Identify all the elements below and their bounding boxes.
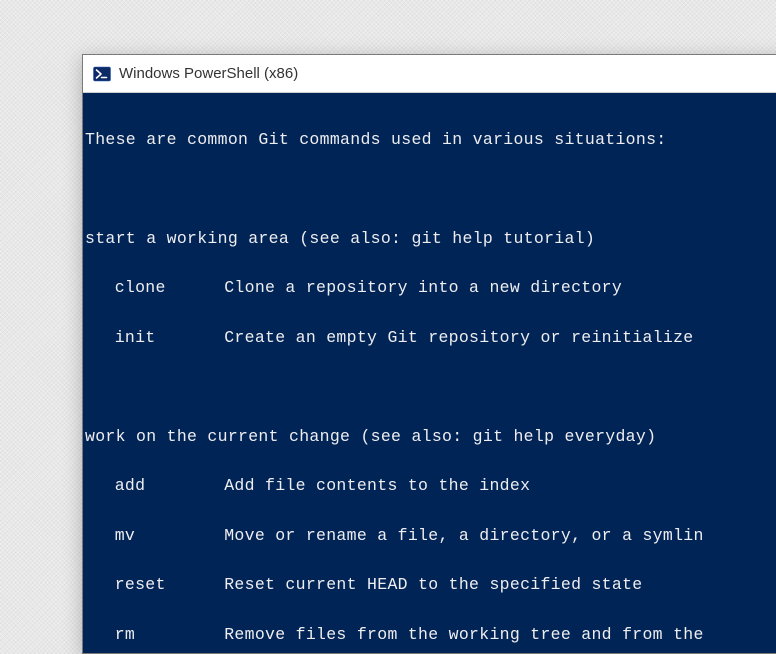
- terminal-blank: [85, 375, 776, 400]
- command-row: mv Move or rename a file, a directory, o…: [85, 524, 776, 549]
- command-name: add: [115, 474, 204, 499]
- command-row: add Add file contents to the index: [85, 474, 776, 499]
- terminal-line: These are common Git commands used in va…: [85, 128, 776, 153]
- terminal-blank: [85, 177, 776, 202]
- command-name: rm: [115, 623, 204, 648]
- command-desc: Add file contents to the index: [224, 476, 530, 495]
- command-desc: Clone a repository into a new directory: [224, 278, 622, 297]
- command-row: rm Remove files from the working tree an…: [85, 623, 776, 648]
- command-name: init: [115, 326, 204, 351]
- command-name: mv: [115, 524, 204, 549]
- terminal-output[interactable]: These are common Git commands used in va…: [83, 93, 776, 653]
- section-heading: work on the current change (see also: gi…: [85, 425, 776, 450]
- titlebar[interactable]: Windows PowerShell (x86): [83, 55, 776, 93]
- command-desc: Remove files from the working tree and f…: [224, 625, 703, 644]
- command-row: init Create an empty Git repository or r…: [85, 326, 776, 351]
- window-title: Windows PowerShell (x86): [119, 65, 298, 82]
- command-name: clone: [115, 276, 204, 301]
- command-row: clone Clone a repository into a new dire…: [85, 276, 776, 301]
- powershell-icon: [93, 65, 111, 83]
- powershell-window: Windows PowerShell (x86) These are commo…: [82, 54, 776, 654]
- section-heading: start a working area (see also: git help…: [85, 227, 776, 252]
- command-desc: Reset current HEAD to the specified stat…: [224, 575, 642, 594]
- command-row: reset Reset current HEAD to the specifie…: [85, 573, 776, 598]
- command-desc: Move or rename a file, a directory, or a…: [224, 526, 703, 545]
- command-desc: Create an empty Git repository or reinit…: [224, 328, 703, 347]
- command-name: reset: [115, 573, 204, 598]
